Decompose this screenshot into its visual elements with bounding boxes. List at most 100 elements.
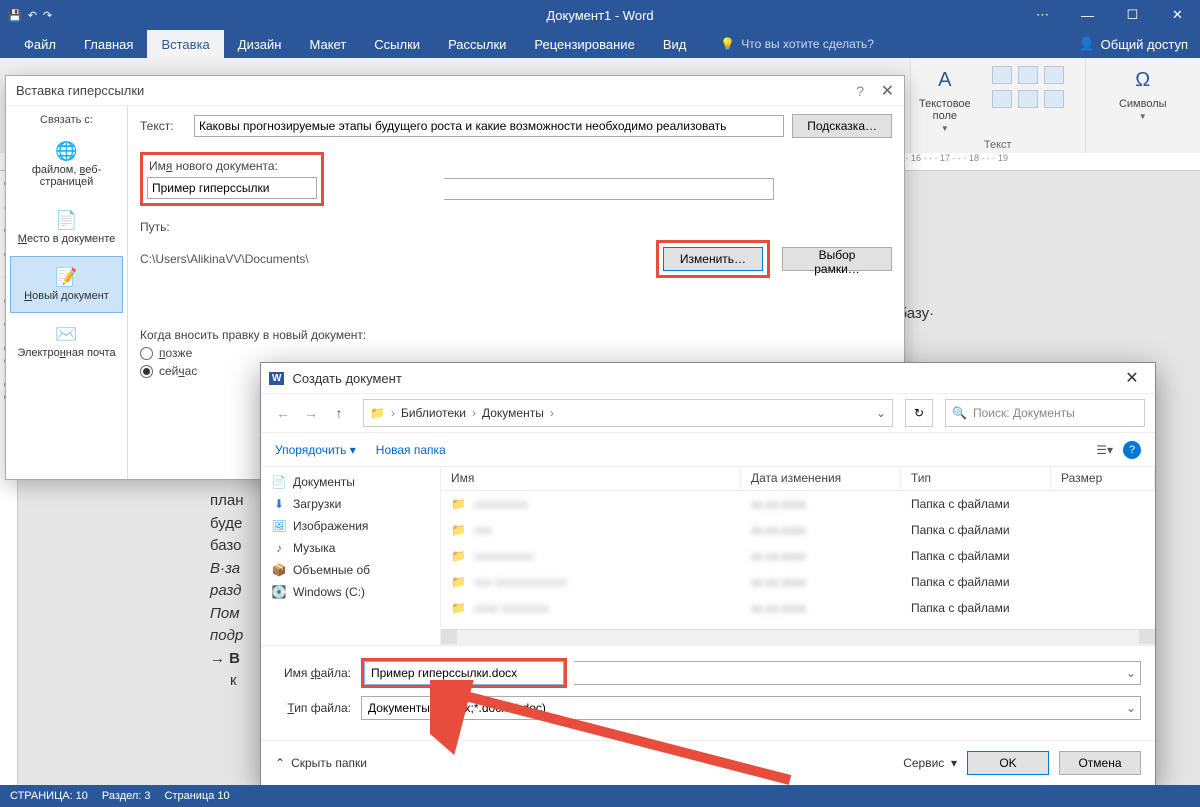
new-folder-button[interactable]: Новая папка <box>376 443 446 457</box>
symbols-button[interactable]: Ω Символы ▼ <box>1094 64 1192 121</box>
signature-icon[interactable] <box>992 90 1012 108</box>
tree-music[interactable]: ♪Музыка <box>271 537 430 559</box>
link-place-in-doc[interactable]: 📄 Место в документе <box>10 199 123 256</box>
minimize-icon[interactable]: — <box>1065 0 1110 30</box>
help-icon[interactable]: ? <box>1123 441 1141 459</box>
close-icon[interactable]: ✕ <box>1117 368 1147 388</box>
music-icon: ♪ <box>271 540 287 556</box>
type-cell: Папка с файлами <box>901 575 1051 589</box>
new-doc-name-input[interactable] <box>147 177 317 199</box>
close-icon[interactable]: ✕ <box>881 81 894 101</box>
up-icon[interactable]: ↑ <box>327 401 351 425</box>
chevron-down-icon[interactable]: ⌄ <box>1126 701 1136 715</box>
close-icon[interactable]: ✕ <box>1155 0 1200 30</box>
ruler-marks: · · 16 · · · 17 · · · 18 · · · 19 <box>900 153 1200 163</box>
change-path-button[interactable]: Изменить… <box>663 247 763 271</box>
status-section[interactable]: Раздел: 3 <box>102 790 151 802</box>
create-dialog-title: Создать документ <box>292 371 401 386</box>
tab-home[interactable]: Главная <box>70 30 147 58</box>
display-text-input[interactable] <box>194 115 784 137</box>
dialog-titlebar[interactable]: Вставка гиперссылки ? ✕ <box>6 76 904 106</box>
folder-icon: 📁 <box>451 497 466 511</box>
file-row[interactable]: 📁xxx xxxxxxxxxxxx xx.xx.xxxxПапка с файл… <box>441 569 1155 595</box>
tab-file[interactable]: Файл <box>10 30 70 58</box>
back-icon[interactable]: ← <box>271 401 295 425</box>
volumes-icon: 📦 <box>271 562 287 578</box>
tree-volumes[interactable]: 📦Объемные об <box>271 559 430 581</box>
help-icon[interactable]: ? <box>856 83 864 99</box>
dialog-title: Вставка гиперссылки <box>16 83 144 98</box>
doc-line: разд <box>210 580 244 603</box>
status-page[interactable]: СТРАНИЦА: 10 <box>10 790 88 802</box>
breadcrumb-item[interactable]: Библиотеки <box>401 406 466 420</box>
file-row[interactable]: 📁xxxxxxxxxx xx.xx.xxxxПапка с файлами <box>441 543 1155 569</box>
save-icon[interactable]: 💾 <box>8 9 22 22</box>
edit-later-radio[interactable]: позже <box>140 346 892 360</box>
textbox-button[interactable]: A Текстовое поле ▼ <box>919 64 971 133</box>
target-frame-button[interactable]: Выбор рамки… <box>782 247 892 271</box>
app-titlebar: 💾 ↶ ↷ Документ1 - Word ⋯ — ☐ ✕ <box>0 0 1200 30</box>
refresh-button[interactable]: ↻ <box>905 399 933 427</box>
hide-folders-toggle[interactable]: ⌃ Скрыть папки <box>275 756 367 770</box>
tree-downloads[interactable]: ⬇Загрузки <box>271 493 430 515</box>
link-email[interactable]: ✉️ Электронная почта <box>10 313 123 370</box>
object-icon[interactable] <box>1044 90 1064 108</box>
tree-cdrive[interactable]: 💽Windows (C:) <box>271 581 430 603</box>
share-button[interactable]: 👤 Общий доступ <box>1078 36 1188 52</box>
filename-input[interactable]: Пример гиперссылки.docx <box>364 661 564 685</box>
col-date[interactable]: Дата изменения <box>741 467 901 490</box>
wordart-icon[interactable] <box>1018 66 1038 84</box>
file-row[interactable]: 📁xxx xx.xx.xxxxПапка с файлами <box>441 517 1155 543</box>
file-row[interactable]: 📁xxxx xxxxxxxx xx.xx.xxxxПапка с файлами <box>441 595 1155 621</box>
ribbon-options-icon[interactable]: ⋯ <box>1020 0 1065 30</box>
col-name[interactable]: Имя <box>441 467 741 490</box>
filetype-select[interactable]: Документы (*.docx;*.docm;*.doc) ⌄ <box>361 696 1141 720</box>
folder-icon: 📁 <box>370 406 385 420</box>
chevron-down-icon[interactable]: ⌄ <box>1126 666 1136 680</box>
ok-button[interactable]: OK <box>967 751 1049 775</box>
search-input[interactable]: 🔍 Поиск: Документы <box>945 399 1145 427</box>
chevron-down-icon[interactable]: ⌄ <box>876 406 886 420</box>
create-document-dialog: W Создать документ ✕ ← → ↑ 📁 › Библиотек… <box>260 362 1156 788</box>
tools-menu[interactable]: Сервис ▾ <box>903 756 957 770</box>
doc-line: буде <box>210 513 244 536</box>
view-options-icon[interactable]: ☰▾ <box>1096 443 1113 457</box>
dropcap-icon[interactable] <box>1044 66 1064 84</box>
tab-layout[interactable]: Макет <box>295 30 360 58</box>
tab-review[interactable]: Рецензирование <box>520 30 648 58</box>
forward-icon[interactable]: → <box>299 401 323 425</box>
path-label: Путь: <box>140 220 892 234</box>
screentip-button[interactable]: Подсказка… <box>792 114 892 138</box>
date-icon[interactable] <box>1018 90 1038 108</box>
doc-line: план <box>210 490 244 513</box>
quick-parts-icon[interactable] <box>992 66 1012 84</box>
search-icon: 🔍 <box>952 406 967 420</box>
link-new-document[interactable]: 📝 Новый документ <box>10 256 123 313</box>
organize-menu[interactable]: Упорядочить ▾ <box>275 443 356 457</box>
tab-references[interactable]: Ссылки <box>360 30 434 58</box>
redo-icon[interactable]: ↷ <box>43 9 52 22</box>
breadcrumb[interactable]: 📁 › Библиотеки › Документы › ⌄ <box>363 399 893 427</box>
tree-pictures[interactable]: 🖼Изображения <box>271 515 430 537</box>
tab-view[interactable]: Вид <box>649 30 701 58</box>
when-edit-label: Когда вносить правку в новый документ: <box>140 328 892 342</box>
file-row[interactable]: 📁xxxxxxxxx xx.xx.xxxxПапка с файлами <box>441 491 1155 517</box>
link-existing-file[interactable]: 🌐 файлом, веб-страницей <box>10 130 123 199</box>
filename-input-ext[interactable]: ⌄ <box>574 661 1141 685</box>
tab-insert[interactable]: Вставка <box>147 30 223 58</box>
tab-design[interactable]: Дизайн <box>224 30 296 58</box>
col-type[interactable]: Тип <box>901 467 1051 490</box>
maximize-icon[interactable]: ☐ <box>1110 0 1155 30</box>
status-page-of[interactable]: Страница 10 <box>165 790 230 802</box>
breadcrumb-item[interactable]: Документы <box>482 406 544 420</box>
undo-icon[interactable]: ↶ <box>28 9 37 22</box>
cancel-button[interactable]: Отмена <box>1059 751 1141 775</box>
horizontal-scrollbar[interactable] <box>441 629 1155 645</box>
tree-documents[interactable]: 📄Документы <box>271 471 430 493</box>
type-cell: Папка с файлами <box>901 549 1051 563</box>
tab-mailings[interactable]: Рассылки <box>434 30 520 58</box>
create-dialog-titlebar[interactable]: W Создать документ ✕ <box>261 363 1155 393</box>
doc-line: В·за <box>210 558 244 581</box>
tell-me-search[interactable]: 💡 Что вы хотите сделать? <box>720 37 874 51</box>
col-size[interactable]: Размер <box>1051 467 1155 490</box>
